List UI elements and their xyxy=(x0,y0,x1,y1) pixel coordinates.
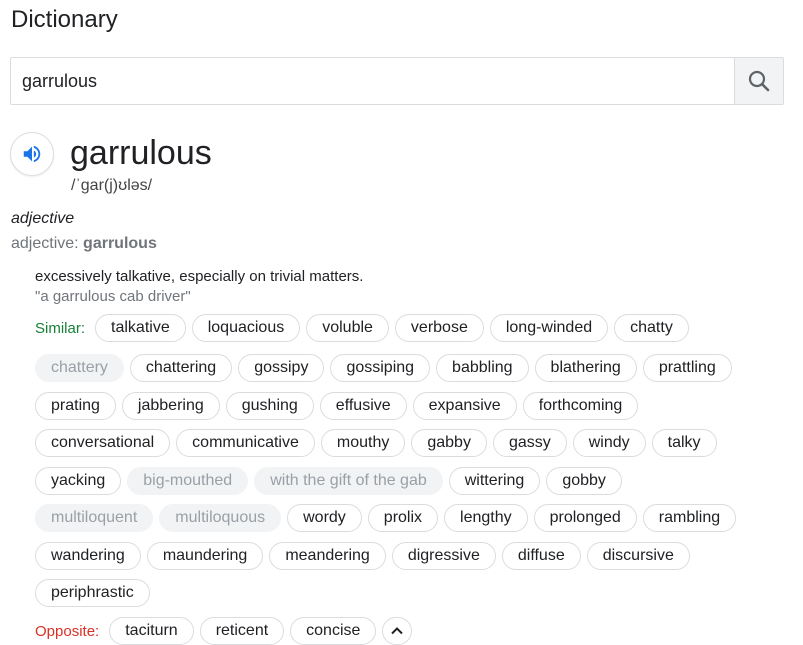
similar-chip[interactable]: chattering xyxy=(129,354,233,382)
similar-chip[interactable]: gobby xyxy=(546,467,622,495)
similar-chip[interactable]: blathering xyxy=(534,354,637,382)
similar-chip[interactable]: effusive xyxy=(319,392,407,420)
similar-chip[interactable]: communicative xyxy=(176,429,315,457)
similar-chip[interactable]: talky xyxy=(651,429,717,457)
similar-chip[interactable]: yacking xyxy=(35,467,122,495)
phonetic: /ˈɡar(j)ʊləs/ xyxy=(71,177,153,194)
similar-chip[interactable]: discursive xyxy=(586,542,690,570)
similar-chip[interactable]: prating xyxy=(35,392,116,420)
opposite-chip[interactable]: concise xyxy=(290,617,377,645)
app-title: Dictionary xyxy=(11,6,118,33)
similar-chip[interactable]: chattery xyxy=(35,354,124,382)
similar-chip[interactable]: periphrastic xyxy=(35,579,150,607)
similar-chip[interactable]: gushing xyxy=(225,392,314,420)
headword: garrulous xyxy=(70,134,212,172)
similar-chip[interactable]: rambling xyxy=(642,504,737,532)
similar-chip[interactable]: big-mouthed xyxy=(127,467,249,495)
similar-chip[interactable]: multiloquent xyxy=(35,504,154,532)
forms-value: garrulous xyxy=(83,235,157,252)
similar-chip[interactable]: windy xyxy=(572,429,646,457)
similar-chip[interactable]: lengthy xyxy=(444,504,528,532)
search-button[interactable] xyxy=(734,58,783,104)
similar-row: Similar: talkative loquacious voluble verbos… xyxy=(35,314,689,342)
similar-chip[interactable]: conversational xyxy=(35,429,171,457)
similar-chip[interactable]: maundering xyxy=(146,542,264,570)
example-sentence: "a garrulous cab driver" xyxy=(35,288,191,305)
similar-chip[interactable]: chatty xyxy=(614,314,689,342)
similar-chip[interactable]: gossiping xyxy=(330,354,431,382)
similar-chip[interactable]: multiloquous xyxy=(159,504,282,532)
similar-chip[interactable]: gabby xyxy=(411,429,487,457)
forms-label: adjective: xyxy=(11,235,79,252)
chevron-up-icon xyxy=(391,627,404,635)
similar-chip[interactable]: prolonged xyxy=(533,504,637,532)
similar-chip[interactable]: mouthy xyxy=(320,429,406,457)
similar-chip[interactable]: meandering xyxy=(269,542,386,570)
similar-chip[interactable]: digressive xyxy=(391,542,496,570)
similar-chip[interactable]: babbling xyxy=(436,354,529,382)
similar-row: wandering maundering meandering digressive d… xyxy=(35,542,690,570)
similar-chip[interactable]: prattling xyxy=(642,354,732,382)
similar-row: chattery chattering gossipy gossiping babbli… xyxy=(35,354,732,382)
search-input[interactable] xyxy=(11,58,735,104)
similar-chip[interactable]: talkative xyxy=(95,314,186,342)
definition: excessively talkative, especially on tri… xyxy=(35,268,364,285)
similar-row: conversational communicative mouthy gabby ga… xyxy=(35,429,717,457)
opposite-row: Opposite: taciturn reticent concise xyxy=(35,617,413,645)
similar-chip[interactable]: long-winded xyxy=(489,314,609,342)
opposite-chip[interactable]: taciturn xyxy=(109,617,194,645)
speaker-icon xyxy=(23,145,41,163)
part-of-speech: adjective xyxy=(11,210,75,227)
search-box xyxy=(10,57,784,105)
search-icon xyxy=(748,70,770,92)
similar-chip[interactable]: gassy xyxy=(492,429,567,457)
collapse-button[interactable] xyxy=(382,617,413,645)
similar-row: prating jabbering gushing effusive expansive… xyxy=(35,392,639,420)
similar-chip[interactable]: voluble xyxy=(306,314,389,342)
similar-row: yacking big-mouthed with the gift of the g… xyxy=(35,467,622,495)
similar-label: Similar: xyxy=(35,319,86,337)
similar-chip[interactable]: gossipy xyxy=(238,354,325,382)
similar-chip[interactable]: jabbering xyxy=(121,392,220,420)
word-forms: adjective: garrulous xyxy=(11,235,157,253)
opposite-chip[interactable]: reticent xyxy=(199,617,285,645)
similar-chip[interactable]: verbose xyxy=(394,314,484,342)
similar-chip[interactable]: diffuse xyxy=(501,542,581,570)
similar-chip[interactable]: wittering xyxy=(448,467,541,495)
similar-chip[interactable]: wandering xyxy=(35,542,141,570)
similar-chip[interactable]: prolix xyxy=(367,504,439,532)
pronunciation-button[interactable] xyxy=(10,132,54,176)
opposite-label: Opposite: xyxy=(35,622,100,640)
similar-chip[interactable]: with the gift of the gab xyxy=(254,467,443,495)
similar-chip[interactable]: loquacious xyxy=(191,314,301,342)
similar-row: periphrastic xyxy=(35,579,150,607)
similar-row: multiloquent multiloquous wordy prolix lengt… xyxy=(35,504,737,532)
similar-chip[interactable]: expansive xyxy=(412,392,517,420)
similar-chip[interactable]: forthcoming xyxy=(522,392,639,420)
similar-chip[interactable]: wordy xyxy=(287,504,362,532)
